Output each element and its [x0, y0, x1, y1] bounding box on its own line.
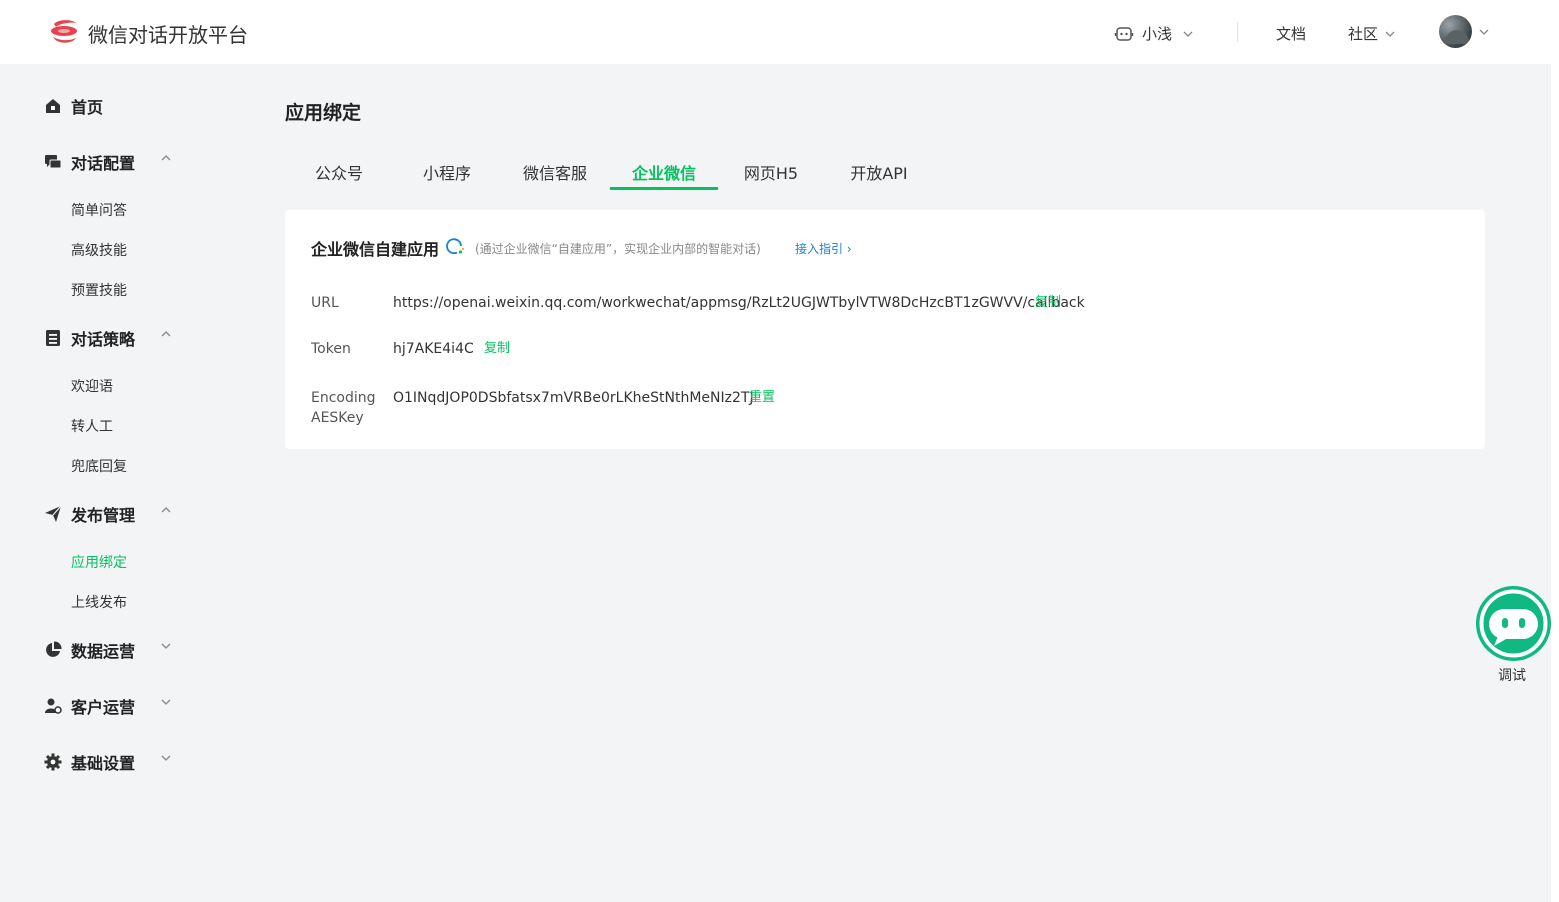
- sidebar-group-customer-ops[interactable]: 客户运营: [44, 694, 171, 718]
- tab-official-account[interactable]: 公众号: [285, 160, 393, 190]
- strategy-icon: [46, 330, 60, 346]
- sidebar-group-basic-settings[interactable]: 基础设置: [44, 750, 171, 774]
- sidebar-item-preset-skills[interactable]: 预置技能: [71, 280, 127, 300]
- reset-aeskey-button[interactable]: 重置: [749, 388, 775, 408]
- bot-switcher[interactable]: 小浅: [1114, 23, 1194, 44]
- paper-plane-icon: [45, 505, 62, 522]
- docs-link[interactable]: 文档: [1276, 23, 1306, 44]
- copy-token-button[interactable]: 复制: [484, 339, 510, 359]
- sidebar-group-dialog-strategy[interactable]: 对话策略: [44, 326, 171, 350]
- aeskey-label: Encoding AESKey: [311, 388, 376, 428]
- sidebar-item-advanced-skills[interactable]: 高级技能: [71, 240, 127, 260]
- tab-wechat-service[interactable]: 微信客服: [501, 160, 609, 190]
- chevron-right-icon: ›: [846, 242, 852, 256]
- user-menu[interactable]: [1439, 15, 1490, 48]
- sidebar-group-data-ops[interactable]: 数据运营: [44, 638, 171, 662]
- copy-url-button[interactable]: 复制: [1035, 293, 1061, 313]
- robot-icon: [1114, 26, 1134, 41]
- tab-web-h5[interactable]: 网页H5: [717, 160, 825, 190]
- wecom-binding-card: 企业微信自建应用 (通过企业微信“自建应用”，实现企业内部的智能对话) 接入指引…: [285, 210, 1485, 449]
- tab-open-api[interactable]: 开放API: [825, 160, 933, 190]
- sidebar-item-label: 发布管理: [71, 506, 136, 525]
- sidebar-item-label: 基础设置: [71, 754, 136, 773]
- sidebar-item-go-live[interactable]: 上线发布: [71, 592, 127, 612]
- scrollbar-track: [1551, 0, 1559, 902]
- url-value: https://openai.weixin.qq.com/workwechat/…: [393, 295, 1085, 311]
- card-description: (通过企业微信“自建应用”，实现企业内部的智能对话): [475, 242, 761, 256]
- debug-label: 调试: [1498, 668, 1526, 684]
- chevron-up-icon[interactable]: [160, 328, 172, 340]
- tab-wecom[interactable]: 企业微信: [610, 160, 718, 190]
- sidebar-item-app-binding[interactable]: 应用绑定: [71, 552, 127, 572]
- url-label: URL: [311, 295, 339, 311]
- chevron-up-icon[interactable]: [160, 152, 172, 164]
- debug-button[interactable]: [1476, 586, 1551, 661]
- aeskey-label-line2: AESKey: [311, 410, 364, 426]
- avatar: [1439, 15, 1472, 48]
- sidebar-group-dialog-config[interactable]: 对话配置: [44, 150, 171, 174]
- chevron-down-icon[interactable]: [160, 696, 172, 708]
- app-title[interactable]: 微信对话开放平台: [88, 19, 248, 48]
- sidebar-group-publish[interactable]: 发布管理: [44, 502, 171, 526]
- token-label: Token: [311, 341, 351, 357]
- integration-guide-link[interactable]: 接入指引 ›: [795, 240, 852, 257]
- customer-icon: [45, 698, 62, 714]
- sidebar: 首页 对话配置 简单问答 高级技能 预置技能 对话策略 欢迎语 转人工 兜底回复…: [0, 64, 230, 902]
- wechat-dialog-logo-icon[interactable]: [48, 18, 80, 46]
- token-value: hj7AKE4i4C: [393, 341, 474, 357]
- aeskey-label-line1: Encoding: [311, 390, 376, 406]
- community-menu[interactable]: 社区: [1348, 23, 1396, 44]
- home-icon: [46, 99, 60, 113]
- sidebar-item-label: 客户运营: [71, 698, 136, 717]
- page-title: 应用绑定: [285, 102, 362, 124]
- chevron-up-icon[interactable]: [160, 504, 172, 516]
- sidebar-item-label: 首页: [71, 98, 104, 117]
- guide-link-label: 接入指引: [795, 242, 844, 256]
- chevron-down-icon[interactable]: [160, 640, 172, 652]
- chevron-down-icon: [1385, 31, 1395, 37]
- card-title: 企业微信自建应用: [311, 240, 440, 259]
- chat-config-icon: [45, 155, 62, 169]
- sidebar-item-label: 数据运营: [71, 642, 136, 661]
- tab-mini-program[interactable]: 小程序: [393, 160, 501, 190]
- sidebar-item-simple-qa[interactable]: 简单问答: [71, 200, 127, 220]
- sidebar-item-label: 对话策略: [71, 330, 136, 349]
- community-label: 社区: [1348, 25, 1379, 43]
- chevron-down-icon[interactable]: [160, 752, 172, 764]
- header-divider: [1237, 22, 1238, 42]
- chatbot-icon: [1479, 589, 1548, 658]
- top-header: 微信对话开放平台 小浅 文档 社区: [0, 0, 1559, 64]
- sidebar-item-welcome[interactable]: 欢迎语: [71, 376, 113, 396]
- refresh-icon[interactable]: [445, 237, 465, 257]
- chevron-down-icon: [1183, 31, 1193, 37]
- gear-icon: [44, 753, 62, 771]
- aeskey-value: O1INqdJOP0DSbfatsx7mVRBe0rLKheStNthMeNIz…: [393, 390, 754, 406]
- chevron-down-icon: [1479, 29, 1489, 35]
- sidebar-item-transfer-human[interactable]: 转人工: [71, 416, 113, 436]
- sidebar-item-home[interactable]: 首页: [44, 94, 103, 118]
- sidebar-item-fallback-reply[interactable]: 兜底回复: [71, 456, 127, 476]
- sidebar-item-label: 对话配置: [71, 154, 136, 173]
- bot-name: 小浅: [1142, 25, 1173, 43]
- pie-chart-icon: [46, 641, 62, 657]
